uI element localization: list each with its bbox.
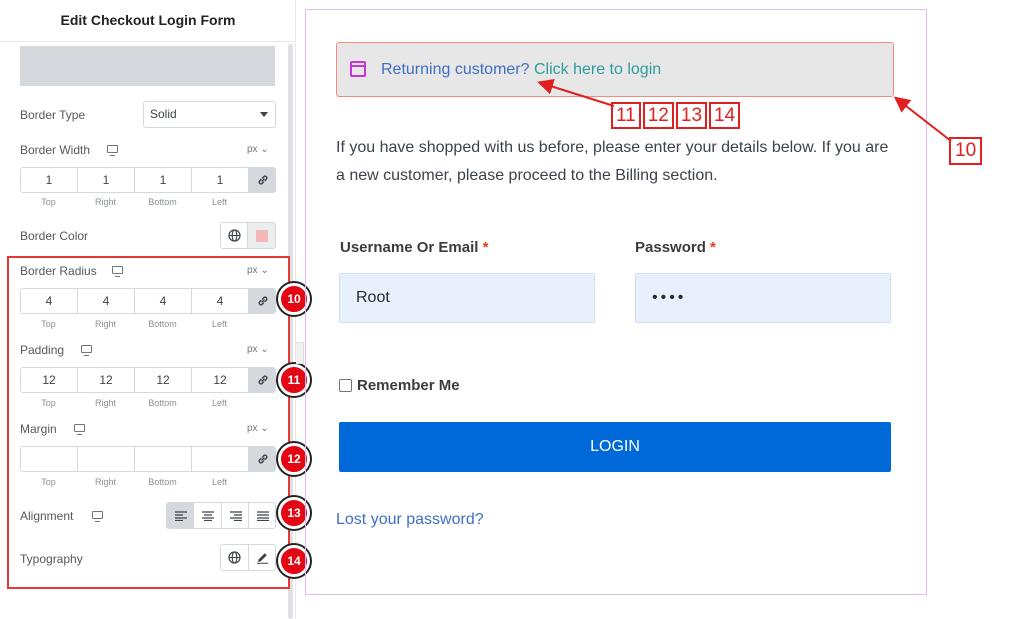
window-icon <box>350 61 366 77</box>
border-type-value: Solid <box>150 107 177 121</box>
remember-me-checkbox[interactable] <box>339 379 352 392</box>
highlight-box <box>7 256 290 589</box>
username-input[interactable]: Root <box>339 273 595 323</box>
border-width-unit[interactable]: px ⌄ <box>247 144 269 155</box>
username-label-text: Username Or Email <box>340 239 479 256</box>
panel-resize-handle[interactable] <box>296 342 304 364</box>
login-link[interactable]: Click here to login <box>534 61 661 78</box>
required-marker: * <box>710 239 716 256</box>
annotation-10: 10 <box>949 137 983 165</box>
border-width-right[interactable]: 1 <box>78 168 135 192</box>
panel-title: Edit Checkout Login Form <box>0 0 296 42</box>
side-label-top: Top <box>41 197 56 207</box>
border-color-control <box>220 222 276 249</box>
annotation-labels: 11 12 13 14 <box>611 102 741 129</box>
link-values-button[interactable] <box>249 168 275 192</box>
border-width-inputs: 1 1 1 1 <box>20 167 276 193</box>
desktop-icon[interactable] <box>107 145 118 156</box>
password-label: Password * <box>635 239 716 256</box>
side-label-bottom: Bottom <box>148 197 177 207</box>
border-width-bottom[interactable]: 1 <box>135 168 192 192</box>
border-width-label: Border Width <box>20 143 91 157</box>
border-color-label: Border Color <box>20 229 89 243</box>
globe-icon <box>228 229 241 242</box>
annotation-14: 14 <box>709 102 741 129</box>
notice-question: Returning customer? <box>381 61 530 78</box>
returning-customer-notice: Returning customer? Click here to login <box>336 42 894 97</box>
remember-me-label[interactable]: Remember Me <box>357 377 460 394</box>
border-width-top[interactable]: 1 <box>21 168 78 192</box>
border-width-left[interactable]: 1 <box>192 168 249 192</box>
side-label-left: Left <box>211 197 227 207</box>
border-type-label: Border Type <box>20 108 86 122</box>
password-label-text: Password <box>635 239 706 256</box>
username-label: Username Or Email * <box>340 239 488 256</box>
lost-password-link[interactable]: Lost your password? <box>336 511 484 529</box>
border-type-select[interactable]: Solid <box>143 101 276 128</box>
border-width-side-labels: Top Right Bottom Left <box>20 197 248 207</box>
notice-text: Returning customer? Click here to login <box>381 61 661 79</box>
intro-text: If you have shopped with us before, plea… <box>336 139 889 184</box>
required-marker: * <box>482 239 489 256</box>
annotation-13: 13 <box>675 102 708 129</box>
preview-swatch <box>20 46 275 86</box>
annotation-11: 11 <box>611 102 641 129</box>
login-button[interactable]: LOGIN <box>339 422 891 472</box>
color-picker-swatch[interactable] <box>248 223 275 248</box>
password-input[interactable]: •••• <box>635 273 891 323</box>
chevron-down-icon <box>260 112 268 117</box>
link-icon <box>258 175 268 185</box>
annotation-12: 12 <box>642 102 674 129</box>
global-colors-button[interactable] <box>221 223 248 248</box>
side-label-right: Right <box>94 197 116 207</box>
